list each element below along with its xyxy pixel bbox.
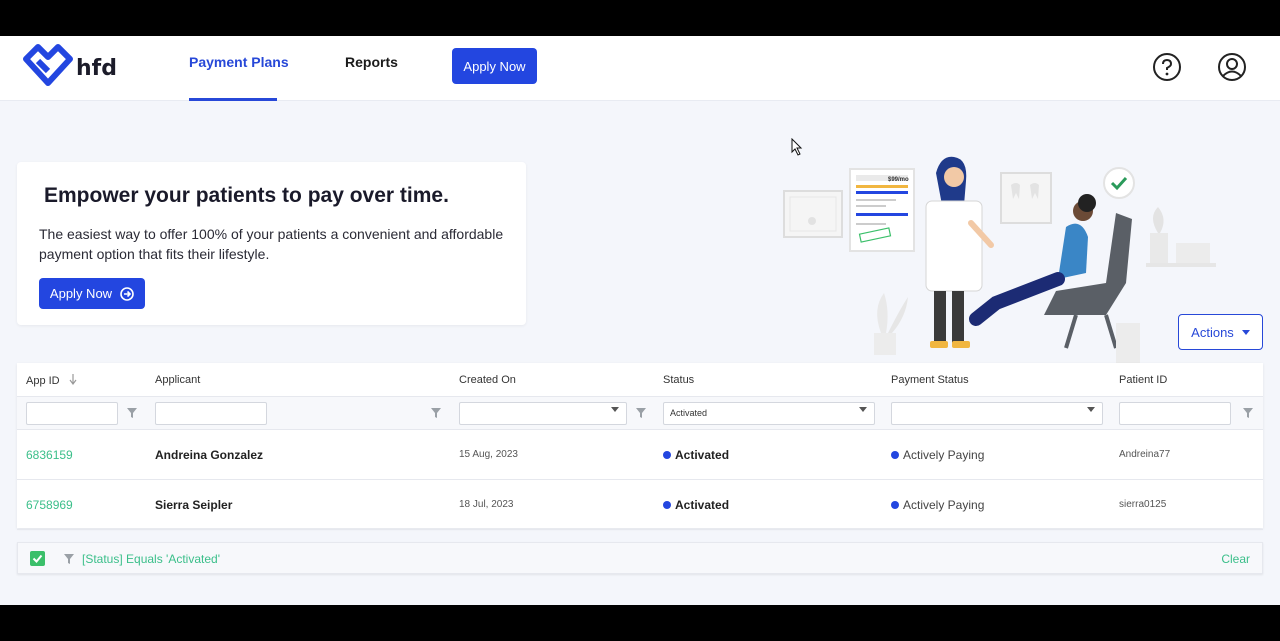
applicant-name: Andreina Gonzalez (155, 448, 264, 462)
status-text: Activated (675, 498, 730, 512)
checkmark-icon (32, 554, 43, 563)
hero-description: The easiest way to offer 100% of your pa… (39, 226, 504, 262)
active-filter-bar: [Status] Equals 'Activated' Clear (17, 542, 1263, 574)
status-dot-icon (663, 501, 671, 509)
payment-status-text: Actively Paying (903, 448, 985, 462)
funnel-icon (64, 554, 74, 564)
funnel-icon[interactable] (127, 408, 137, 418)
column-header-applicant[interactable]: Applicant (155, 374, 200, 386)
user-circle-icon[interactable] (1217, 52, 1247, 82)
applicant-name: Sierra Seipler (155, 498, 233, 512)
column-header-patient-id[interactable]: Patient ID (1119, 374, 1167, 386)
patient-in-chair (969, 194, 1132, 349)
payment-status-cell: Actively Paying (891, 498, 984, 512)
column-header-app-id-label: App ID (26, 375, 60, 387)
patient-id: Andreina77 (1119, 449, 1171, 460)
payment-status-cell: Actively Paying (891, 448, 984, 462)
funnel-icon[interactable] (1243, 408, 1253, 418)
apply-now-hero-label: Apply Now (49, 286, 113, 301)
patient-id: sierra0125 (1119, 499, 1167, 510)
funnel-icon[interactable] (431, 408, 441, 418)
payment-status-filter-select[interactable] (891, 402, 1103, 425)
apply-now-header-button[interactable]: Apply Now (452, 48, 537, 84)
created-on-date: 18 Jul, 2023 (459, 499, 514, 510)
hfd-logo[interactable]: hfd (22, 43, 117, 87)
clear-filter-link[interactable]: Clear (1221, 552, 1250, 566)
actions-dropdown-button[interactable]: Actions (1178, 314, 1263, 350)
status-filter-select[interactable]: Activated (663, 402, 875, 425)
chevron-down-icon (859, 407, 867, 412)
column-header-status[interactable]: Status (663, 374, 694, 386)
dental-office-illustration: $99/mo (783, 156, 1216, 363)
apply-now-hero-button[interactable]: Apply Now (39, 278, 145, 309)
heart-logo-icon (23, 44, 73, 86)
status-cell: Activated (663, 448, 729, 462)
app-id-link[interactable]: 6836159 (26, 448, 73, 462)
filter-row: Activated (17, 396, 1263, 430)
created-on-filter-select[interactable] (459, 402, 627, 425)
column-header-payment-status[interactable]: Payment Status (891, 374, 969, 386)
filter-expression-text[interactable]: [Status] Equals 'Activated' (82, 552, 220, 566)
price-tag-text: $99/mo (888, 177, 909, 183)
app-id-link[interactable]: 6758969 (26, 498, 73, 512)
potted-plant (874, 293, 908, 355)
chevron-down-icon (611, 407, 619, 412)
status-dot-icon (663, 451, 671, 459)
arrow-circle-right-icon (120, 286, 134, 301)
column-header-created-on[interactable]: Created On (459, 374, 516, 386)
status-dot-icon (891, 501, 899, 509)
app-id-filter-input[interactable] (26, 402, 118, 425)
question-circle-icon[interactable] (1152, 52, 1182, 82)
status-dot-icon (891, 451, 899, 459)
funnel-icon[interactable] (636, 408, 646, 418)
chevron-down-icon (1087, 407, 1095, 412)
tab-reports[interactable]: Reports (345, 54, 398, 70)
app-window: hfd Payment Plans Reports Apply Now Empo… (0, 36, 1280, 605)
status-cell: Activated (663, 498, 729, 512)
check-bubble-icon (1103, 167, 1135, 199)
hero-title: Empower your patients to pay over time. (44, 184, 449, 207)
applications-grid: App ID Applicant Created On Status Payme… (17, 363, 1263, 530)
column-header-app-id[interactable]: App ID (26, 374, 77, 387)
status-text: Activated (675, 448, 730, 462)
created-on-date: 15 Aug, 2023 (459, 449, 518, 460)
applicant-filter-input[interactable] (155, 402, 267, 425)
sort-arrow-down-icon (69, 374, 77, 385)
payment-status-text: Actively Paying (903, 498, 985, 512)
top-navigation-bar: hfd Payment Plans Reports Apply Now (0, 36, 1280, 101)
actions-label: Actions (1191, 324, 1234, 340)
hero-card: Empower your patients to pay over time. … (17, 162, 526, 325)
patient-id-filter-input[interactable] (1119, 402, 1231, 425)
active-tab-underline (189, 98, 277, 101)
logo-text: hfd (76, 56, 117, 81)
tooth-chart (1000, 172, 1052, 224)
caret-down-icon (1241, 329, 1250, 335)
certificate-frame (783, 190, 843, 238)
table-row[interactable]: 6758969 Sierra Seipler 18 Jul, 2023 Acti… (17, 480, 1263, 530)
table-row[interactable]: 6836159 Andreina Gonzalez 15 Aug, 2023 A… (17, 430, 1263, 480)
tab-payment-plans[interactable]: Payment Plans (189, 54, 289, 70)
filter-enabled-checkbox[interactable] (30, 551, 45, 566)
